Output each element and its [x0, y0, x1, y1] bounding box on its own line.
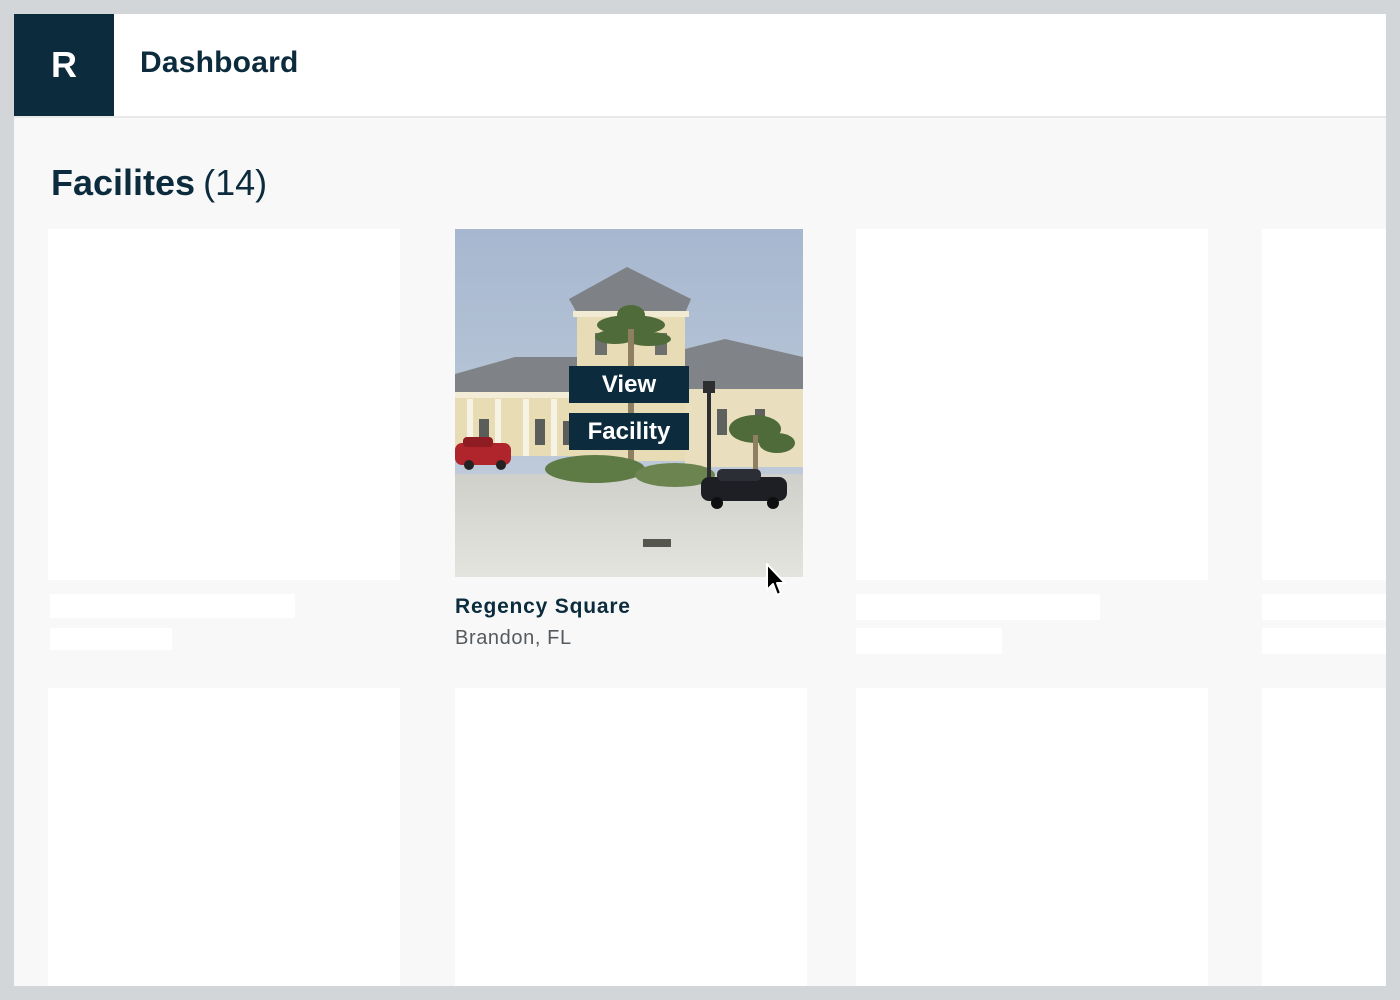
placeholder-tile: [455, 688, 807, 986]
facility-photo[interactable]: View Facility: [455, 229, 803, 577]
placeholder-tile: [1262, 688, 1386, 986]
view-facility-label-line1: View: [569, 366, 689, 403]
view-facility-button[interactable]: View Facility: [569, 366, 689, 450]
section-heading: Facilites (14): [51, 162, 267, 204]
placeholder-title-line: [50, 594, 295, 618]
facility-name[interactable]: Regency Square: [455, 595, 805, 619]
view-facility-label-line2: Facility: [569, 413, 689, 450]
page-title: Dashboard: [140, 46, 299, 79]
section-title: Facilites: [51, 162, 196, 203]
placeholder-tile: [856, 688, 1208, 986]
placeholder-tile: [856, 229, 1208, 580]
facility-count: (14): [203, 162, 268, 203]
logo-home-link[interactable]: R: [14, 14, 114, 116]
facility-card[interactable]: View Facility Regency Square Brandon, FL: [455, 229, 805, 650]
placeholder-tile: [48, 229, 400, 580]
placeholder-tile: [1262, 229, 1386, 580]
mouse-pointer-icon: [766, 563, 786, 596]
placeholder-subtitle-line: [856, 628, 1002, 654]
placeholder-title-line: [1262, 594, 1386, 620]
placeholder-tile: [48, 688, 400, 986]
top-header: R Dashboard: [14, 14, 1386, 118]
placeholder-subtitle-line: [50, 628, 172, 650]
app-window: R Dashboard Facilites (14) View Facility…: [14, 14, 1386, 986]
placeholder-subtitle-line: [1262, 628, 1386, 654]
placeholder-title-line: [856, 594, 1100, 620]
facility-location: Brandon, FL: [455, 627, 572, 649]
